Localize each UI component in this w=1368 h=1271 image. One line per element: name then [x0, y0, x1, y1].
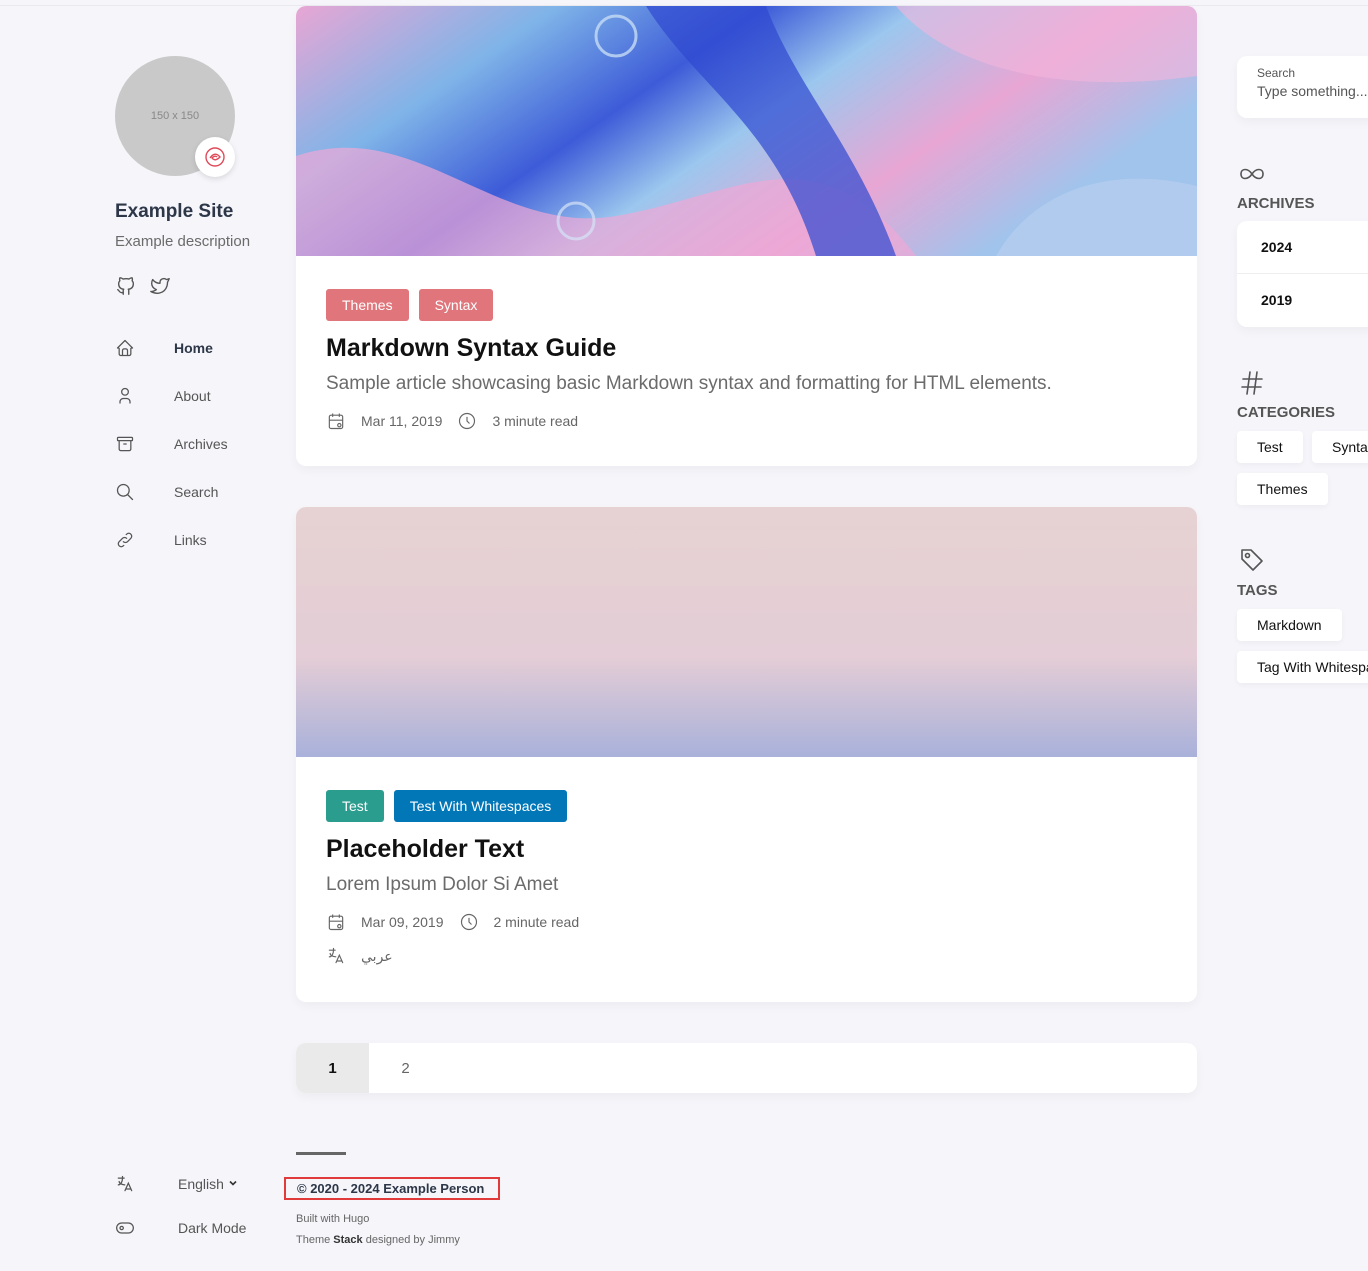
language-icon — [115, 1174, 135, 1194]
article-title[interactable]: Markdown Syntax Guide — [326, 334, 1167, 363]
footer-divider — [296, 1152, 346, 1155]
article-body: Themes Syntax Markdown Syntax Guide Samp… — [326, 289, 1167, 431]
social-links — [115, 275, 171, 297]
search-icon — [115, 482, 135, 502]
archives-list: 2024 2019 — [1237, 221, 1368, 327]
toggle-icon — [115, 1218, 135, 1238]
theme-link[interactable]: Stack — [333, 1234, 362, 1246]
archive-year-link[interactable]: 2019 — [1237, 274, 1368, 327]
category-tag[interactable]: Themes — [326, 289, 409, 321]
archives-title: ARCHIVES — [1237, 195, 1315, 212]
menu-item-label: About — [174, 388, 211, 404]
article-title[interactable]: Placeholder Text — [326, 835, 1167, 864]
menu-item-links[interactable]: Links — [115, 516, 285, 564]
bottom-menu: English Dark Mode — [115, 1162, 285, 1250]
dark-mode-toggle[interactable]: Dark Mode — [115, 1206, 285, 1250]
menu-item-search[interactable]: Search — [115, 468, 285, 516]
language-label: English — [178, 1176, 224, 1192]
menu-item-about[interactable]: About — [115, 372, 285, 420]
menu-item-label: Home — [174, 340, 213, 356]
article-date: Mar 11, 2019 — [361, 413, 443, 429]
built-with-line: Built with Hugo — [296, 1209, 460, 1230]
page-link-current[interactable]: 1 — [296, 1043, 369, 1093]
article-meta: Mar 09, 2019 2 minute read — [326, 912, 1167, 932]
category-chip[interactable]: Syntax — [1312, 431, 1368, 463]
dark-mode-label: Dark Mode — [178, 1220, 247, 1236]
menu-item-label: Links — [174, 532, 207, 548]
hash-icon — [1237, 368, 1267, 398]
infinity-icon — [1237, 159, 1267, 189]
article-date: Mar 09, 2019 — [361, 914, 444, 930]
search-label: Search — [1257, 66, 1296, 80]
pagination: 1 2 — [296, 1043, 1197, 1093]
archive-year-link[interactable]: 2024 — [1237, 221, 1368, 274]
category-tag[interactable]: Test — [326, 790, 384, 822]
hugo-link[interactable]: Hugo — [343, 1213, 369, 1225]
category-chip[interactable]: Test — [1237, 431, 1303, 463]
article-tags: Themes Syntax — [326, 289, 1167, 321]
article-card[interactable]: Test Test With Whitespaces Placeholder T… — [296, 507, 1197, 1002]
tag-icon — [1237, 545, 1267, 575]
footer-credits: Built with Hugo Theme Stack designed by … — [296, 1209, 460, 1251]
menu-item-label: Archives — [174, 436, 228, 452]
article-cover-image[interactable] — [296, 6, 1197, 256]
theme-suffix: designed by — [362, 1234, 429, 1246]
menu-item-archives[interactable]: Archives — [115, 420, 285, 468]
archive-icon — [115, 434, 135, 454]
menu-item-label: Search — [174, 484, 219, 500]
page-link[interactable]: 2 — [369, 1043, 442, 1093]
site-emoji-icon — [195, 137, 235, 177]
copyright: © 2020 - 2024 Example Person — [284, 1177, 500, 1200]
category-tag[interactable]: Syntax — [418, 289, 494, 321]
chevron-down-icon — [228, 1175, 238, 1193]
theme-author-link[interactable]: Jimmy — [428, 1234, 460, 1246]
theme-line: Theme Stack designed by Jimmy — [296, 1230, 460, 1251]
article-translations: عربي — [326, 946, 1167, 966]
theme-prefix: Theme — [296, 1234, 334, 1246]
main-menu: Home About Archives Search Links — [115, 324, 285, 564]
search-input[interactable] — [1257, 83, 1368, 99]
article-read-time: 3 minute read — [492, 413, 579, 429]
link-icon — [115, 530, 135, 550]
article-meta: Mar 11, 2019 3 minute read — [326, 411, 1167, 431]
category-chip[interactable]: Themes — [1237, 473, 1328, 505]
tag-chip[interactable]: Markdown — [1237, 609, 1342, 641]
menu-item-home[interactable]: Home — [115, 324, 285, 372]
home-icon — [115, 338, 135, 358]
clock-icon — [457, 411, 477, 431]
language-icon — [326, 946, 346, 966]
article-cover-image[interactable] — [296, 507, 1197, 757]
categories-title: CATEGORIES — [1237, 404, 1336, 421]
article-card[interactable]: Themes Syntax Markdown Syntax Guide Samp… — [296, 6, 1197, 466]
site-name[interactable]: Example Site — [115, 201, 233, 223]
language-selector[interactable]: English — [115, 1162, 285, 1206]
built-with-prefix: Built with — [296, 1213, 344, 1225]
avatar-placeholder-text: 150 x 150 — [150, 110, 200, 122]
article-subtitle: Lorem Ipsum Dolor Si Amet — [326, 874, 559, 895]
clock-icon — [459, 912, 479, 932]
category-tag[interactable]: Test With Whitespaces — [393, 790, 568, 822]
twitter-icon[interactable] — [149, 275, 171, 297]
github-icon[interactable] — [115, 275, 137, 297]
article-body: Test Test With Whitespaces Placeholder T… — [326, 790, 1167, 966]
article-read-time: 2 minute read — [493, 914, 580, 930]
calendar-icon — [326, 912, 346, 932]
tags-title: TAGS — [1237, 582, 1278, 599]
search-widget: Search — [1237, 56, 1368, 118]
article-subtitle: Sample article showcasing basic Markdown… — [326, 373, 1052, 394]
site-description: Example description — [115, 233, 251, 250]
article-tags: Test Test With Whitespaces — [326, 790, 1167, 822]
user-icon — [115, 386, 135, 406]
translation-link[interactable]: عربي — [361, 948, 393, 965]
calendar-icon — [326, 411, 346, 431]
tag-chip[interactable]: Tag With Whitespace — [1237, 651, 1368, 683]
